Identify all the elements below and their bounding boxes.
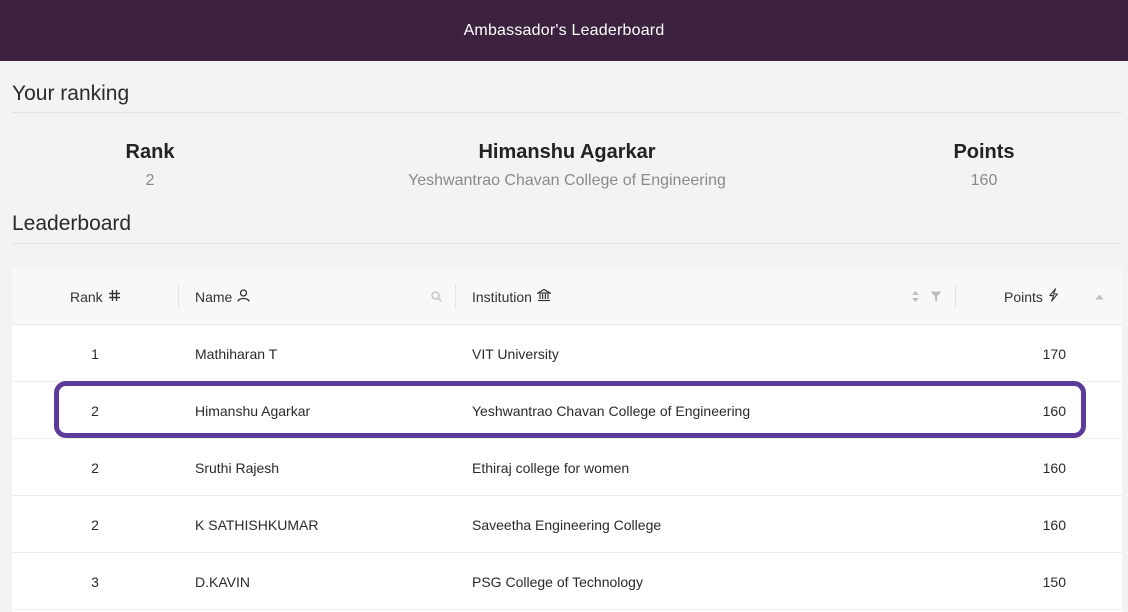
hash-icon [108, 289, 121, 305]
row-rank: 2 [91, 459, 99, 476]
table-header: Rank Name Institution Points [12, 268, 1122, 325]
row-institution: Saveetha Engineering College [472, 516, 662, 533]
row-institution: Ethiraj college for women [472, 459, 630, 476]
your-name-block: Himanshu Agarkar Yeshwantrao Chavan Coll… [367, 141, 767, 190]
user-institution: Yeshwantrao Chavan College of Engineerin… [408, 172, 726, 189]
row-points: 160 [1042, 402, 1066, 419]
table-row[interactable]: 2 Sruthi Rajesh Ethiraj college for wome… [12, 439, 1122, 496]
leaderboard-table: Rank Name Institution Points 1 Mathihara… [12, 268, 1122, 612]
your-rank-block: Rank 2 [100, 141, 200, 190]
column-header-rank[interactable]: Rank [70, 268, 121, 325]
table-row[interactable]: 1 Mathiharan T VIT University 170 [12, 325, 1122, 382]
caret-up-icon[interactable] [1095, 268, 1104, 325]
rank-value: 2 [145, 172, 155, 189]
row-name: Mathiharan T [195, 345, 278, 362]
column-header-points-label: Points [1004, 288, 1043, 305]
user-name: Himanshu Agarkar [478, 141, 656, 163]
row-points: 160 [1042, 516, 1066, 533]
column-separator [455, 284, 456, 309]
column-separator [955, 284, 956, 309]
table-row[interactable]: 2 Himanshu Agarkar Yeshwantrao Chavan Co… [12, 382, 1122, 439]
rank-label: Rank [125, 141, 175, 163]
user-icon [237, 288, 251, 305]
search-icon[interactable] [431, 268, 442, 325]
leaderboard-heading: Leaderboard [12, 212, 132, 235]
row-institution: Yeshwantrao Chavan College of Engineerin… [472, 402, 751, 419]
your-ranking-heading: Your ranking [12, 82, 130, 105]
column-header-institution-label: Institution [472, 288, 532, 305]
page-title: Ambassador's Leaderboard [463, 21, 665, 39]
filter-icon[interactable] [930, 268, 942, 325]
row-name: Himanshu Agarkar [195, 402, 311, 419]
your-points-block: Points 160 [934, 141, 1034, 190]
row-name: D.KAVIN [195, 573, 250, 590]
points-label: Points [953, 141, 1015, 163]
table-row[interactable]: 3 D.KAVIN PSG College of Technology 150 [12, 553, 1122, 610]
row-rank: 2 [91, 402, 99, 419]
app-header: Ambassador's Leaderboard [0, 0, 1128, 61]
row-institution: PSG College of Technology [472, 573, 643, 590]
row-name: Sruthi Rajesh [195, 459, 280, 476]
column-header-name[interactable]: Name [195, 268, 251, 325]
bank-icon [535, 288, 553, 305]
row-rank: 1 [91, 345, 99, 362]
column-separator [178, 284, 179, 309]
divider [12, 112, 1122, 113]
row-name: K SATHISHKUMAR [195, 516, 319, 533]
column-header-rank-label: Rank [70, 288, 103, 305]
column-header-institution[interactable]: Institution [472, 268, 553, 325]
column-header-name-label: Name [195, 288, 233, 305]
table-row[interactable]: 2 K SATHISHKUMAR Saveetha Engineering Co… [12, 496, 1122, 553]
row-points: 170 [1042, 345, 1066, 362]
divider [12, 243, 1122, 244]
sort-icon[interactable] [911, 268, 920, 325]
row-rank: 2 [91, 516, 99, 533]
row-points: 150 [1042, 573, 1066, 590]
lightning-icon [1048, 288, 1059, 305]
column-header-points[interactable]: Points [1004, 268, 1059, 325]
row-rank: 3 [91, 573, 99, 590]
points-value: 160 [970, 172, 998, 189]
row-points: 160 [1042, 459, 1066, 476]
row-institution: VIT University [472, 345, 559, 362]
